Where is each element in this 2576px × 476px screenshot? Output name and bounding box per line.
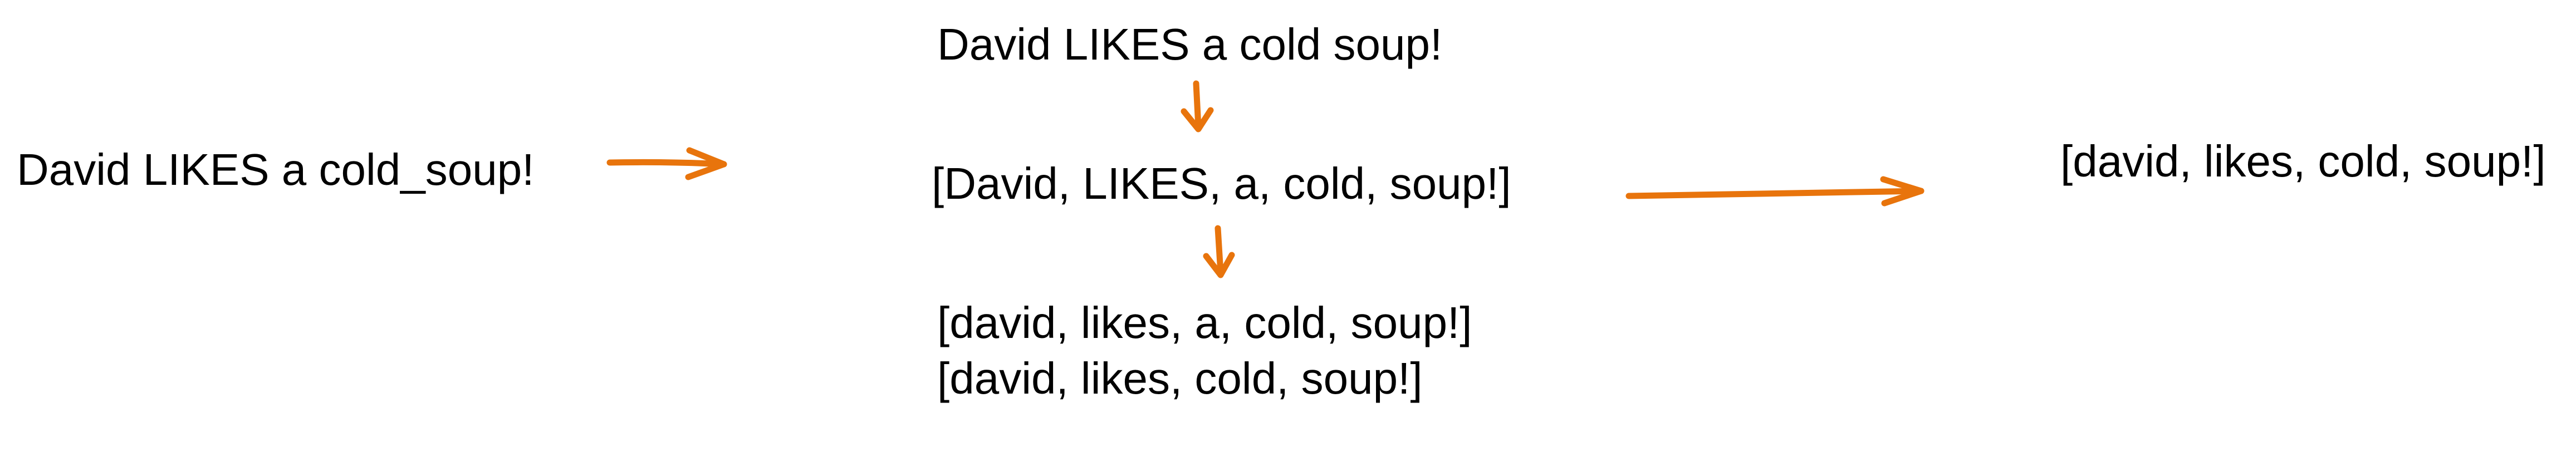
input-to-pipeline-arrow-icon <box>606 147 727 180</box>
step1-to-step2-arrow-icon <box>1181 80 1214 133</box>
pipeline-to-output-arrow-icon <box>1625 176 1924 207</box>
step2-to-step3-arrow-icon <box>1203 225 1235 278</box>
arrows-layer <box>606 80 1924 278</box>
